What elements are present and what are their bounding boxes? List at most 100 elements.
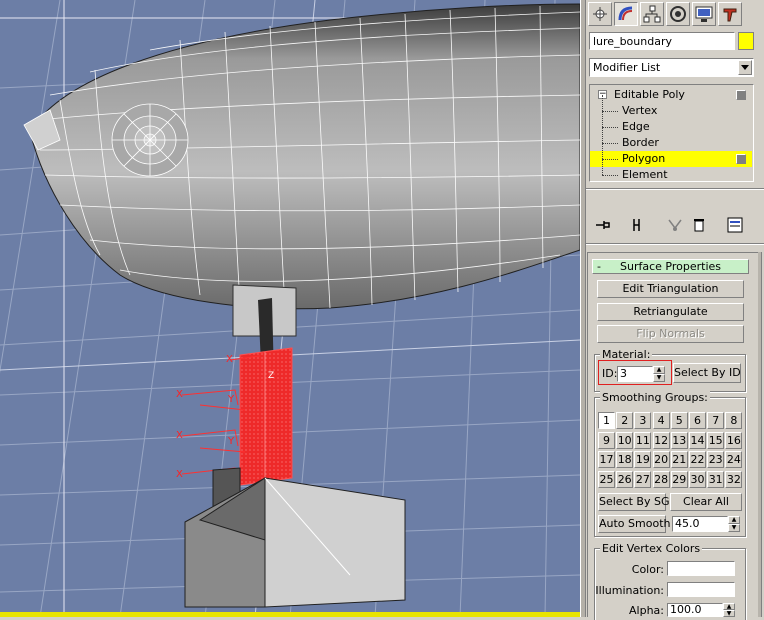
- stack-item-border[interactable]: Border: [590, 135, 752, 151]
- smoothing-group-button[interactable]: 22: [689, 451, 706, 468]
- smoothing-group-button[interactable]: 6: [689, 412, 706, 429]
- edit-triangulation-button[interactable]: Edit Triangulation: [597, 280, 744, 298]
- smoothing-group-button[interactable]: 9: [598, 431, 615, 449]
- smoothing-group-button[interactable]: 27: [634, 470, 652, 488]
- spinner-up-icon[interactable]: ▲: [653, 366, 665, 374]
- stack-item-label: Editable Poly: [614, 88, 685, 101]
- stack-item-vertex[interactable]: Vertex: [590, 103, 752, 119]
- modify-tab[interactable]: [614, 2, 638, 26]
- display-icon: [695, 6, 713, 22]
- smoothing-group-button[interactable]: 25: [598, 470, 615, 488]
- smoothing-group-button[interactable]: 19: [634, 451, 652, 468]
- object-color-swatch[interactable]: [738, 32, 754, 50]
- smoothing-groups-label: Smoothing Groups:: [600, 391, 710, 404]
- auto-smooth-threshold-field[interactable]: 45.0: [672, 516, 728, 532]
- smoothing-group-button[interactable]: 7: [707, 412, 725, 429]
- show-end-result-icon[interactable]: [629, 216, 647, 234]
- smoothing-group-button[interactable]: 32: [725, 470, 743, 488]
- smoothing-group-button[interactable]: 2: [616, 412, 634, 429]
- auto-smooth-value: 45.0: [675, 517, 700, 530]
- modifier-list-dropdown[interactable]: Modifier List: [589, 58, 754, 77]
- material-id-spinner[interactable]: ▲ ▼: [653, 366, 665, 382]
- smoothing-group-button[interactable]: 31: [707, 470, 725, 488]
- spinner-down-icon[interactable]: ▼: [653, 374, 665, 382]
- pin-stack-icon[interactable]: [594, 216, 612, 234]
- flip-normals-button: Flip Normals: [597, 325, 744, 343]
- stack-item-polygon[interactable]: Polygon: [590, 151, 752, 167]
- panel-scrollbar[interactable]: [758, 252, 761, 617]
- smoothing-group-button[interactable]: 1: [598, 412, 615, 429]
- smoothing-group-button[interactable]: 14: [689, 431, 706, 449]
- hook-base-mesh: [184, 467, 406, 608]
- hierarchy-icon: [643, 5, 661, 23]
- object-name-text: lure_boundary: [593, 35, 672, 48]
- gizmo-label-x: X: [176, 469, 183, 480]
- motion-icon: [670, 6, 686, 22]
- modifier-toggle-icon[interactable]: [736, 154, 746, 164]
- gizmo-label-z: Z: [268, 371, 274, 381]
- configure-sets-icon[interactable]: [726, 216, 744, 234]
- smoothing-group-button[interactable]: 26: [616, 470, 634, 488]
- spinner-up-icon[interactable]: ▲: [728, 516, 740, 524]
- smoothing-group-button[interactable]: 24: [725, 451, 743, 468]
- viewport-scene[interactable]: X X X X Y Y Z: [0, 0, 580, 617]
- smoothing-group-button[interactable]: 20: [652, 451, 670, 468]
- smoothing-group-button[interactable]: 8: [725, 412, 743, 429]
- smoothing-group-button[interactable]: 13: [670, 431, 688, 449]
- stack-item-edge[interactable]: Edge: [590, 119, 752, 135]
- auto-smooth-button[interactable]: Auto Smooth: [598, 515, 670, 533]
- auto-smooth-spinner[interactable]: ▲ ▼: [728, 516, 740, 532]
- smoothing-group-button[interactable]: 30: [689, 470, 706, 488]
- utilities-tab[interactable]: [718, 2, 742, 26]
- select-by-sg-button[interactable]: Select By SG: [598, 493, 670, 511]
- stack-item-element[interactable]: Element: [590, 167, 752, 183]
- spinner-up-icon[interactable]: ▲: [723, 603, 735, 610]
- smoothing-group-button[interactable]: 28: [652, 470, 670, 488]
- smoothing-group-button[interactable]: 17: [598, 451, 615, 468]
- modifier-stack[interactable]: − Editable Poly Vertex Edge Border Polyg…: [589, 84, 754, 182]
- select-by-id-button[interactable]: Select By ID: [673, 363, 741, 383]
- modify-icon: [618, 6, 633, 21]
- retriangulate-button[interactable]: Retriangulate: [597, 303, 744, 321]
- smoothing-group-button[interactable]: 12: [652, 431, 670, 449]
- smoothing-group-button[interactable]: 21: [670, 451, 688, 468]
- stack-item-editable-poly[interactable]: − Editable Poly: [590, 87, 752, 103]
- vertex-illumination-label: Illumination:: [595, 584, 664, 597]
- spinner-down-icon[interactable]: ▼: [723, 610, 735, 617]
- modifier-list-text: Modifier List: [593, 61, 661, 74]
- smoothing-group-button[interactable]: 5: [670, 412, 688, 429]
- rollout-title-bar[interactable]: - Surface Properties: [592, 259, 749, 274]
- smoothing-group-button[interactable]: 29: [670, 470, 688, 488]
- stack-item-label: Edge: [622, 120, 650, 133]
- vertex-alpha-value: 100.0: [670, 603, 702, 616]
- smoothing-group-button[interactable]: 10: [616, 431, 634, 449]
- make-unique-icon[interactable]: [666, 216, 684, 234]
- selected-polygon: [239, 347, 293, 486]
- vertex-alpha-field[interactable]: 100.0: [667, 603, 723, 617]
- smoothing-group-button[interactable]: 23: [707, 451, 725, 468]
- vertex-alpha-spinner[interactable]: ▲ ▼: [723, 603, 735, 617]
- smoothing-group-button[interactable]: 3: [634, 412, 652, 429]
- create-tab[interactable]: [588, 2, 612, 26]
- clear-all-button[interactable]: Clear All: [670, 493, 742, 511]
- hierarchy-tab[interactable]: [640, 2, 664, 26]
- motion-tab[interactable]: [666, 2, 690, 26]
- object-name-field[interactable]: lure_boundary: [589, 32, 735, 50]
- viewport-perspective[interactable]: X X X X Y Y Z: [0, 0, 580, 617]
- smoothing-group-button[interactable]: 18: [616, 451, 634, 468]
- spinner-down-icon[interactable]: ▼: [728, 524, 740, 532]
- vertex-illumination-swatch[interactable]: [667, 582, 735, 597]
- stack-item-label: Element: [622, 168, 668, 181]
- smoothing-group-button[interactable]: 16: [725, 431, 743, 449]
- smoothing-group-button[interactable]: 4: [652, 412, 670, 429]
- material-id-field[interactable]: 3: [617, 366, 653, 382]
- vertex-color-swatch[interactable]: [667, 561, 735, 576]
- modifier-toggle-icon[interactable]: [736, 90, 746, 100]
- remove-modifier-icon[interactable]: [690, 216, 708, 234]
- chevron-down-icon[interactable]: [738, 60, 752, 75]
- smoothing-group-button[interactable]: 11: [634, 431, 652, 449]
- gizmo-label-x: X: [176, 389, 183, 400]
- material-id-label: ID:: [602, 367, 618, 380]
- display-tab[interactable]: [692, 2, 716, 26]
- smoothing-group-button[interactable]: 15: [707, 431, 725, 449]
